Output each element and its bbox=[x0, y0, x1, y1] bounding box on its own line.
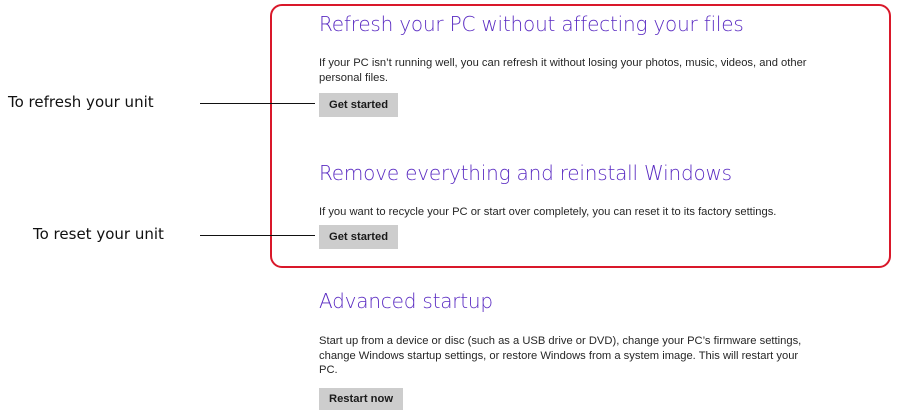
advanced-startup-title: Advanced startup bbox=[319, 289, 493, 313]
refresh-description: If your PC isn’t running well, you can r… bbox=[319, 57, 807, 84]
refresh-callout-line bbox=[200, 103, 315, 104]
refresh-get-started-button[interactable]: Get started bbox=[319, 93, 399, 117]
reset-callout-label: To reset your unit bbox=[33, 225, 164, 243]
refresh-title: Refresh your PC without affecting your f… bbox=[319, 12, 744, 36]
reset-callout-line bbox=[200, 235, 315, 236]
restart-now-button[interactable]: Restart now bbox=[319, 388, 404, 410]
reset-description: If you want to recycle your PC or start … bbox=[319, 206, 777, 218]
reset-title: Remove everything and reinstall Windows bbox=[319, 161, 732, 185]
advanced-startup-description: Start up from a device or disc (such as … bbox=[319, 335, 802, 376]
refresh-callout-label: To refresh your unit bbox=[8, 93, 154, 111]
reset-get-started-button[interactable]: Get started bbox=[319, 225, 399, 249]
